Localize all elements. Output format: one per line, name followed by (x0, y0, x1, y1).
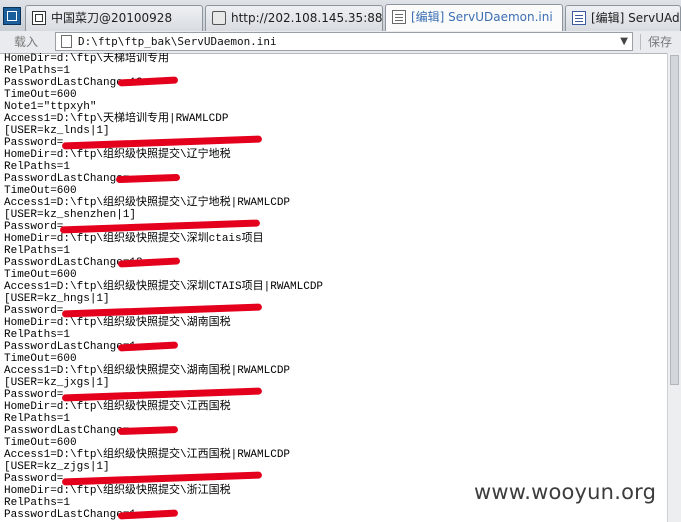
file-line: RelPaths=1 (4, 413, 71, 425)
file-line: HomeDir=d:\ftp\组织级快照提交\深圳ctais项目 (4, 233, 264, 245)
path-input[interactable]: D:\ftp\ftp_bak\ServUDaemon.ini ▼ (55, 32, 633, 51)
file-line: Access1=D:\ftp\组织级快照提交\辽宁地税|RWAMLCDP (4, 197, 291, 209)
load-button[interactable]: 载入 (14, 33, 38, 51)
tab-edit-servudaemon[interactable]: [编辑] ServUDaemon.ini (385, 4, 563, 31)
file-line: Access1=D:\ftp\组织级快照提交\湖南国税|RWAMLCDP (4, 365, 291, 377)
file-line: HomeDir=d:\ftp\组织级快照提交\湖南国税 (4, 317, 231, 329)
file-line: HomeDir=d:\ftp\组织级快照提交\辽宁地税 (4, 149, 231, 161)
file-line: [USER=kz_shenzhen|1] (4, 209, 137, 221)
window-icon (32, 11, 46, 25)
tab-chopper[interactable]: 中国菜刀@20100928 (25, 5, 203, 31)
file-line: TimeOut=600 (4, 353, 77, 365)
file-line: RelPaths=1 (4, 65, 71, 77)
file-line: PasswordLastChange=1 (4, 509, 137, 521)
file-line: RelPaths=1 (4, 329, 71, 341)
folder-icon (212, 11, 226, 25)
file-line: PasswordLastChange= (4, 425, 130, 437)
tab-label: 中国菜刀@20100928 (51, 11, 173, 25)
file-line: [USER=kz_hngs|1] (4, 293, 110, 305)
path-text: D:\ftp\ftp_bak\ServUDaemon.ini (78, 35, 277, 48)
file-icon (61, 35, 72, 48)
tab-url[interactable]: http://202.108.145.35:8888/i... (205, 5, 383, 31)
document-icon (572, 11, 586, 25)
app-menu-icon[interactable] (3, 7, 21, 25)
file-line: [USER=kz_lnds|1] (4, 125, 110, 137)
divider (640, 34, 641, 50)
file-line: Access1=D:\ftp\组织级快照提交\深圳CTAIS项目|RWAMLCD… (4, 281, 324, 293)
file-line: TimeOut=600 (4, 89, 77, 101)
file-line: [USER=kz_jxgs|1] (4, 377, 110, 389)
file-line: Note1="ttpxyh" (4, 101, 97, 113)
tab-bar: 中国菜刀@20100928 http://202.108.145.35:8888… (0, 0, 681, 32)
watermark: www.wooyun.org (474, 480, 657, 504)
file-line: RelPaths=1 (4, 161, 71, 173)
tab-label: [编辑] ServUDaemon.ini (411, 10, 553, 24)
file-line: TimeOut=600 (4, 269, 77, 281)
document-icon (392, 10, 406, 24)
tab-label: http://202.108.145.35:8888/i... (231, 11, 383, 25)
file-line: PasswordLastChange=12 (4, 257, 143, 269)
file-line: TimeOut=600 (4, 185, 77, 197)
file-line: Access1=D:\ftp\天梯培训专用|RWAMLCDP (4, 113, 229, 125)
file-line: RelPaths=1 (4, 245, 71, 257)
file-line: HomeDir=d:\ftp\组织级快照提交\江西国税 (4, 401, 231, 413)
file-line: PasswordLastChange=1 (4, 341, 137, 353)
chevron-down-icon[interactable]: ▼ (620, 33, 628, 50)
file-editor[interactable]: HomeDir=d:\ftp\天梯培训专用 RelPaths=1 PasswordL… (0, 53, 667, 522)
file-line: HomeDir=d:\ftp\天梯培训专用 (4, 53, 170, 65)
address-toolbar: 载入 D:\ftp\ftp_bak\ServUDaemon.ini ▼ 保存 (0, 31, 681, 54)
save-button[interactable]: 保存 (648, 33, 672, 51)
tab-edit-servuadmin[interactable]: [编辑] ServUAdmin (565, 5, 681, 31)
file-line: TimeOut=600 (4, 437, 77, 449)
tab-label: [编辑] ServUAdmin (591, 11, 680, 25)
file-line: PasswordLastChange= (4, 173, 130, 185)
vertical-scrollbar[interactable] (667, 53, 681, 522)
file-line: [USER=kz_zjgs|1] (4, 461, 110, 473)
file-line: PasswordLastChange=12 (4, 77, 143, 89)
file-line: Access1=D:\ftp\组织级快照提交\江西国税|RWAMLCDP (4, 449, 291, 461)
scrollbar-thumb[interactable] (670, 55, 679, 385)
